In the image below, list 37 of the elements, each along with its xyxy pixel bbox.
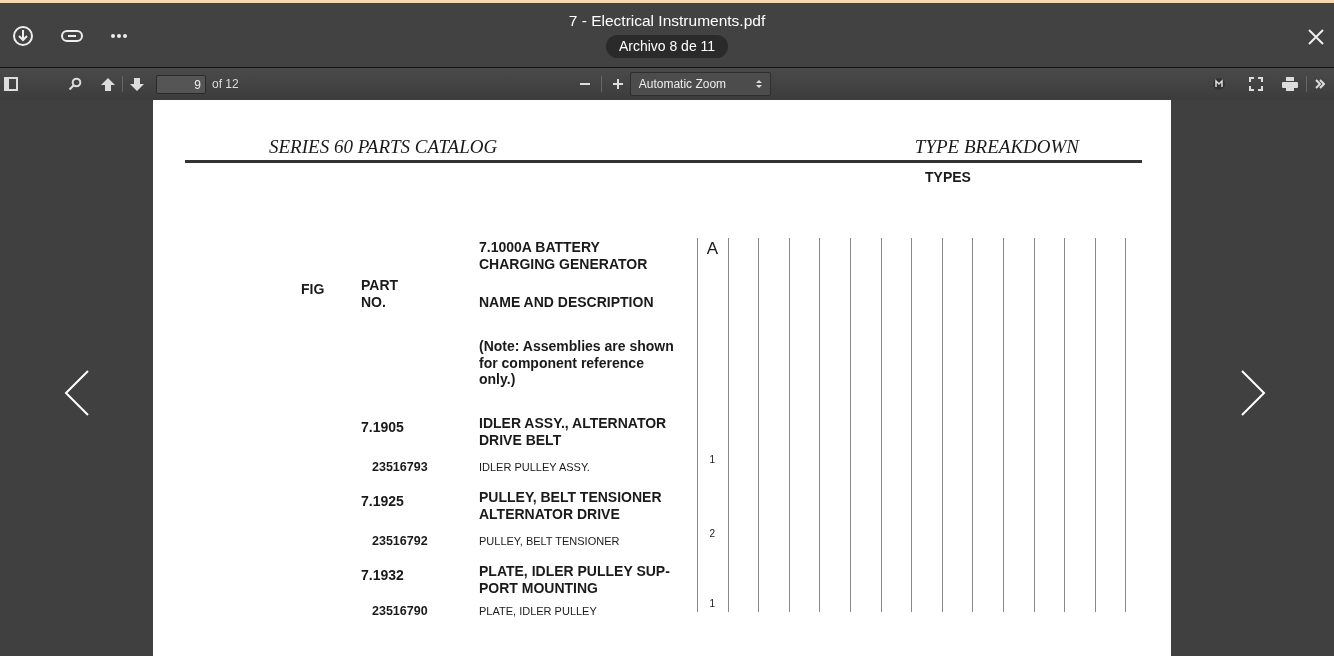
quantity: 2: [708, 528, 717, 540]
part-description: IDLER PULLEY ASSY.: [479, 461, 591, 473]
assembly-title: 7.1000A BATTERY CHARGING GENERATOR: [479, 239, 649, 272]
presentation-mode-icon[interactable]: [1210, 76, 1227, 92]
part-number: 23516790: [371, 605, 428, 617]
section-title: TYPE BREAKDOWN: [914, 136, 1079, 158]
group-number: 7.1925: [361, 493, 404, 510]
types-label: TYPES: [925, 169, 971, 185]
download-icon[interactable]: [10, 23, 36, 49]
file-title: 7 - Electrical Instruments.pdf: [568, 11, 766, 31]
select-arrows-icon: [755, 79, 762, 89]
file-counter: Archivo 8 de 11: [605, 35, 729, 58]
group-number: 7.1905: [361, 419, 404, 436]
group-number: 7.1932: [361, 567, 404, 584]
part-description: PLATE, IDLER PULLEY: [479, 605, 598, 617]
group-title: PULLEY, BELT TENSIONER ALTERNATOR DRIVE: [479, 489, 663, 522]
search-icon[interactable]: [66, 75, 84, 93]
more-icon[interactable]: [108, 31, 130, 41]
fullscreen-icon[interactable]: [1246, 75, 1265, 93]
part-number: 23516793: [371, 461, 428, 473]
page-number-field[interactable]: 9: [156, 74, 206, 94]
part-description: PULLEY, BELT TENSIONER: [479, 535, 621, 547]
type-code: A: [705, 238, 719, 259]
column-heading: NAME AND DESCRIPTION: [479, 294, 654, 311]
group-title: PLATE, IDLER PULLEY SUP-PORT MOUNTING: [479, 563, 671, 596]
group-title: IDLER ASSY., ALTERNATOR DRIVE BELT: [479, 415, 668, 448]
column-heading: PART NO.: [361, 277, 400, 310]
zoom-select[interactable]: Automatic Zoom: [629, 72, 771, 96]
part-number: 23516792: [371, 535, 428, 547]
catalog-title: SERIES 60 PARTS CATALOG: [269, 136, 498, 158]
quantity: 1: [708, 598, 717, 610]
page-count: of 12: [212, 76, 239, 93]
column-heading: FIG: [301, 281, 325, 298]
sidebar-toggle-icon[interactable]: [2, 75, 20, 93]
note-text: (Note: Assemblies are shown for component reference only.): [479, 338, 675, 388]
print-icon[interactable]: [1279, 75, 1300, 93]
quantity: 1: [708, 454, 717, 466]
